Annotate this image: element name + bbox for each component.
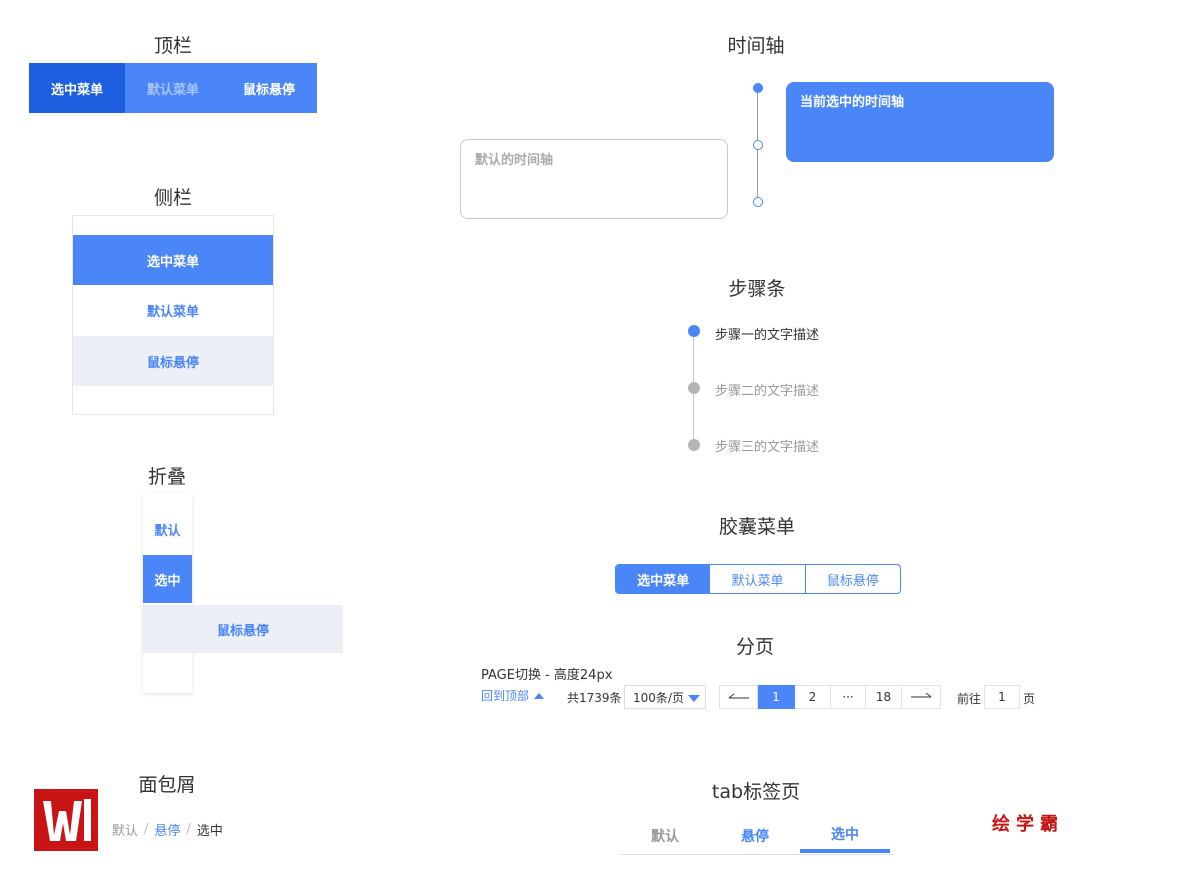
step-dot [688, 382, 700, 394]
collapse-title: 折叠 [147, 466, 186, 488]
breadcrumb-item-hover[interactable]: 悬停 [154, 820, 180, 839]
step-label-3[interactable]: 步骤三的文字描述 [715, 436, 819, 455]
goto-suffix: 页 [1023, 692, 1036, 706]
breadcrumb-separator: / [144, 822, 149, 837]
step-label-1[interactable]: 步骤一的文字描述 [715, 324, 819, 343]
step-dot [688, 439, 700, 451]
tab-selected[interactable]: 选中 [800, 818, 890, 853]
topbar-item-hover[interactable]: 鼠标悬停 [221, 63, 317, 113]
timeline-node[interactable] [753, 197, 763, 207]
page-size-value: 100条/页 [633, 690, 684, 705]
capsule-item-default[interactable]: 默认菜单 [710, 565, 806, 593]
page-button-current[interactable]: 1 [758, 685, 795, 709]
tabs-title: tab标签页 [711, 781, 801, 803]
capsule-item-hover[interactable]: 鼠标悬停 [806, 565, 900, 593]
sidebar-item-hover[interactable]: 鼠标悬停 [73, 336, 273, 386]
brand-watermark: 绘学霸 [992, 814, 1064, 835]
tab-hover[interactable]: 悬停 [710, 818, 800, 853]
tab-bar: 默认 悬停 选中 [620, 818, 894, 855]
page-button[interactable]: 18 [866, 685, 902, 709]
goto-page-input[interactable] [984, 685, 1020, 709]
sidebar-title: 侧栏 [153, 187, 192, 209]
page-button[interactable]: 2 [795, 685, 831, 709]
capsule-menu: 选中菜单 默认菜单 鼠标悬停 [615, 564, 901, 594]
tab-default[interactable]: 默认 [620, 818, 710, 853]
sidebar: 选中菜单 默认菜单 鼠标悬停 [72, 215, 274, 415]
arrow-right-icon [911, 693, 932, 698]
collapse-item-selected[interactable]: 选中 [143, 555, 192, 603]
breadcrumb-item-selected[interactable]: 选中 [197, 820, 223, 839]
pagination-title: 分页 [735, 636, 774, 658]
timeline-title: 时间轴 [727, 35, 785, 57]
step-label-2[interactable]: 步骤二的文字描述 [715, 380, 819, 399]
capsule-title: 胶囊菜单 [718, 516, 795, 538]
next-page-button[interactable] [902, 685, 941, 709]
timeline-card-default[interactable]: 默认的时间轴 [460, 139, 728, 219]
pagination-label: PAGE切换 - 高度24px [481, 668, 613, 683]
prev-page-button[interactable] [719, 685, 758, 709]
timeline-node[interactable] [753, 140, 763, 150]
collapse-item-hover[interactable]: 鼠标悬停 [143, 605, 343, 653]
topbar-item-selected[interactable]: 选中菜单 [29, 63, 125, 113]
topbar-title: 顶栏 [153, 35, 192, 57]
breadcrumb-title: 面包屑 [138, 774, 196, 796]
back-to-top-label: 回到顶部 [481, 689, 530, 703]
step-dot-active [688, 325, 700, 337]
back-to-top-link[interactable]: 回到顶部 [481, 687, 545, 704]
sidebar-item-selected[interactable]: 选中菜单 [73, 235, 273, 285]
timeline-card-selected[interactable]: 当前选中的时间轴 [786, 82, 1054, 162]
arrow-left-icon [728, 693, 749, 699]
breadcrumb-item-default[interactable]: 默认 [112, 820, 138, 839]
timeline-card-selected-text: 当前选中的时间轴 [800, 95, 905, 110]
topbar: 选中菜单 默认菜单 鼠标悬停 [29, 63, 317, 113]
arrow-up-icon [534, 692, 545, 699]
goto-prefix: 前往 [957, 692, 982, 706]
timeline-node-active[interactable] [753, 83, 763, 93]
logo-mark-icon [34, 789, 98, 851]
collapse-item-default[interactable]: 默认 [143, 505, 192, 553]
page-size-select[interactable]: 100条/页 [624, 685, 706, 709]
sidebar-item-default[interactable]: 默认菜单 [73, 285, 273, 335]
breadcrumb-separator: / [186, 822, 191, 837]
chevron-down-icon [688, 695, 700, 702]
timeline-card-default-text: 默认的时间轴 [475, 153, 554, 168]
capsule-item-selected[interactable]: 选中菜单 [616, 565, 711, 593]
page-ellipsis[interactable]: ··· [831, 685, 866, 709]
steps-title: 步骤条 [728, 278, 786, 300]
brand-logo [34, 789, 98, 851]
breadcrumb: 默认 / 悬停 / 选中 [112, 820, 223, 839]
topbar-item-default[interactable]: 默认菜单 [125, 63, 221, 113]
pagination-total: 共1739条 [567, 691, 622, 705]
pager: 1 2 ··· 18 [719, 685, 941, 709]
